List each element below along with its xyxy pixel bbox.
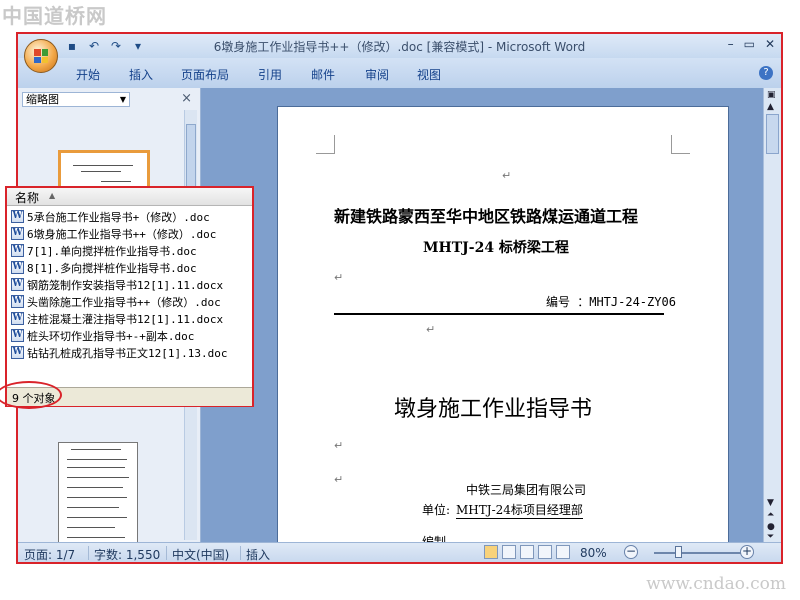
window-title: 6墩身施工作业指导书++（修改）.doc [兼容模式] - Microsoft … — [213, 40, 586, 54]
next-page-icon[interactable]: ⏷ — [767, 532, 774, 542]
thumbnail-close-button[interactable]: × — [181, 91, 192, 106]
word-doc-icon: W — [11, 278, 24, 291]
zoom-in-icon[interactable]: + — [740, 545, 754, 559]
word-doc-icon: W — [11, 244, 24, 257]
thumbnail-scroll-thumb[interactable] — [186, 124, 196, 194]
word-doc-icon: W — [11, 210, 24, 223]
zoom-out-icon[interactable]: − — [624, 545, 638, 559]
tab-home[interactable]: 开始 — [76, 66, 100, 83]
tab-view[interactable]: 视图 — [417, 66, 441, 83]
zoom-slider-knob[interactable] — [674, 546, 682, 558]
status-bar: 页面: 1/7 字数: 1,550 中文(中国) 插入 80% − + — [18, 542, 781, 562]
word-doc-icon: W — [11, 312, 24, 325]
tab-page-layout[interactable]: 页面布局 — [181, 66, 229, 83]
return-mark: ↵ — [502, 169, 512, 182]
tab-mailings[interactable]: 邮件 — [311, 66, 335, 83]
crop-mark-right — [671, 135, 690, 154]
document-scroll-thumb[interactable] — [766, 114, 779, 154]
thumbnail-view-select[interactable]: 缩略图 ▼ — [22, 92, 130, 107]
file-item[interactable]: W 钢筋笼制作安装指导书12[1].11.docx — [11, 276, 223, 293]
word-doc-icon: W — [11, 329, 24, 342]
restore-button[interactable]: ▭ — [744, 37, 755, 51]
full-screen-reading-view-icon[interactable] — [502, 545, 516, 559]
office-button[interactable] — [24, 39, 58, 73]
return-mark: ↵ — [334, 271, 344, 284]
zoom-level[interactable]: 80% — [580, 546, 607, 560]
section-title: MHTJ-24 标桥梁工程 — [423, 240, 569, 256]
tab-review[interactable]: 审阅 — [365, 66, 389, 83]
file-item[interactable]: W 桩头环切作业指导书+-+副本.doc — [11, 327, 194, 344]
file-item[interactable]: W 头凿除施工作业指导书++（修改）.doc — [11, 293, 221, 310]
scroll-up-icon[interactable]: ▲ — [767, 102, 774, 112]
office-logo-icon — [34, 49, 48, 63]
document-number: 编号 ：MHTJ-24-ZY06 — [546, 295, 676, 309]
zoom-slider-track[interactable] — [654, 552, 752, 554]
ribbon-tabs: 开始 插入 页面布局 引用 邮件 审阅 视图 ? — [18, 58, 781, 89]
file-item[interactable]: W 钻钻孔桩成孔指导书正文12[1].13.doc — [11, 344, 227, 361]
title-rule — [334, 313, 664, 315]
print-layout-view-icon[interactable] — [484, 545, 498, 559]
word-doc-icon: W — [11, 261, 24, 274]
title-bar: ▪ ↶ ↷ ▾ 6墩身施工作业指导书++（修改）.doc [兼容模式] - Mi… — [18, 34, 781, 58]
unit-value: MHTJ-24标项目经理部 — [456, 503, 583, 519]
status-page[interactable]: 页面: 1/7 — [24, 546, 75, 562]
file-item[interactable]: W 6墩身施工作业指导书++（修改）.doc — [11, 225, 216, 242]
thumbnail-page-2[interactable] — [58, 442, 138, 550]
word-doc-icon: W — [11, 346, 24, 359]
thumbnail-view-label: 缩略图 — [26, 93, 59, 106]
file-item[interactable]: W 7[1].单向搅拌桩作业指导书.doc — [11, 242, 197, 259]
watermark-top: 中国道桥网 — [2, 4, 107, 28]
return-mark: ↵ — [334, 439, 344, 452]
column-name-header[interactable]: 名称 — [15, 189, 39, 206]
thumbnail-header: 缩略图 ▼ × — [22, 90, 196, 108]
draft-view-icon[interactable] — [556, 545, 570, 559]
tab-insert[interactable]: 插入 — [129, 66, 153, 83]
scroll-down-icon[interactable]: ▼ — [767, 498, 774, 508]
file-item[interactable]: W 注桩混凝土灌注指导书12[1].11.docx — [11, 310, 223, 327]
file-item[interactable]: W 5承台施工作业指导书+（修改）.doc — [11, 208, 210, 225]
minimize-button[interactable]: – — [728, 37, 734, 51]
document-scrollbar[interactable]: ▣ ▲ ▼ ⏶ ● ⏷ — [763, 88, 781, 542]
outline-view-icon[interactable] — [538, 545, 552, 559]
word-doc-icon: W — [11, 295, 24, 308]
close-button[interactable]: ✕ — [765, 37, 775, 51]
word-doc-icon: W — [11, 227, 24, 240]
browse-object-icon[interactable]: ● — [767, 522, 775, 532]
window-controls: – ▭ ✕ — [728, 37, 775, 51]
web-layout-view-icon[interactable] — [520, 545, 534, 559]
file-item[interactable]: W 8[1].多向搅拌桩作业指导书.doc — [11, 259, 197, 276]
file-list-header[interactable]: 名称 ▲ — [7, 188, 252, 206]
company-name: 中铁三局集团有限公司 — [466, 483, 587, 497]
tab-references[interactable]: 引用 — [258, 66, 282, 83]
chevron-down-icon: ▼ — [119, 95, 126, 104]
crop-mark-left — [316, 135, 335, 154]
document-page[interactable]: ↵ 新建铁路蒙西至华中地区铁路煤运通道工程 MHTJ-24 标桥梁工程 ↵ 编号… — [277, 106, 729, 549]
help-icon[interactable]: ? — [759, 66, 773, 80]
main-title: 墩身施工作业指导书 — [394, 397, 593, 422]
status-language[interactable]: 中文(中国) — [172, 546, 229, 562]
unit-label: 单位: — [422, 503, 451, 517]
watermark-bottom: www.cndao.com — [646, 574, 786, 594]
status-insert-mode[interactable]: 插入 — [246, 546, 270, 562]
ruler-toggle-icon[interactable]: ▣ — [767, 90, 776, 100]
return-mark: ↵ — [426, 323, 436, 336]
status-word-count[interactable]: 字数: 1,550 — [94, 546, 160, 562]
file-list-panel: 名称 ▲ W 5承台施工作业指导书+（修改）.doc W 6墩身施工作业指导书++（… — [5, 186, 254, 407]
return-mark: ↵ — [334, 473, 344, 486]
previous-page-icon[interactable]: ⏶ — [767, 510, 774, 520]
sort-ascending-icon: ▲ — [49, 191, 56, 200]
project-title: 新建铁路蒙西至华中地区铁路煤运通道工程 — [334, 207, 639, 226]
document-area: ↵ 新建铁路蒙西至华中地区铁路煤运通道工程 MHTJ-24 标桥梁工程 ↵ 编号… — [201, 88, 763, 549]
